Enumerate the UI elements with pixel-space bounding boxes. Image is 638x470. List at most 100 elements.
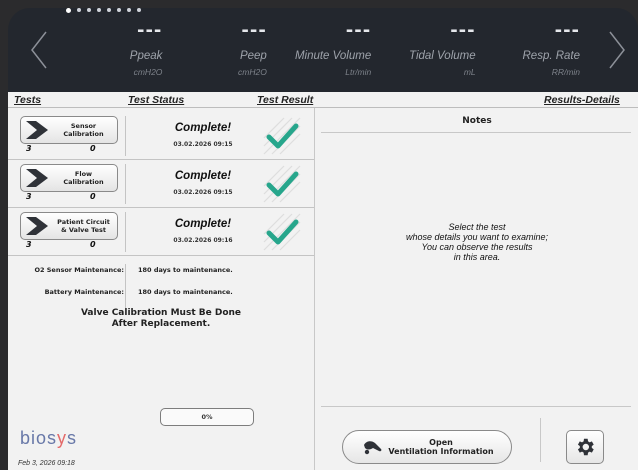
column-headers: Tests Test Status Test Result Results-De… <box>8 92 638 108</box>
logo-text: bios <box>20 428 58 448</box>
battery-maintenance: Battery Maintenance: 180 days to mainten… <box>8 282 314 302</box>
maintenance-label: O2 Sensor Maintenance: <box>34 266 124 274</box>
parameter-readouts: --- Ppeak cmH2O --- Peep cmH2O --- Minut… <box>66 20 588 84</box>
divider <box>321 406 631 407</box>
valve-calibration-warning: Valve Calibration Must Be Done After Rep… <box>48 308 274 330</box>
test-label-line: Patient Circuit <box>57 218 110 226</box>
footer-date: Feb 3, 2026 09:18 <box>18 460 75 467</box>
page-indicator <box>66 8 141 13</box>
column-divider <box>125 264 126 308</box>
button-label-line: Open <box>429 438 453 447</box>
parameter-header: --- Ppeak cmH2O --- Peep cmH2O --- Minut… <box>8 8 638 92</box>
logo-text-accent: y <box>57 428 68 448</box>
test-status: Complete! <box>174 122 232 134</box>
check-icon <box>263 165 301 203</box>
test-count-b: 0 <box>90 144 96 153</box>
page-dot <box>117 8 121 12</box>
biosys-logo: biosys <box>20 428 77 449</box>
param-ppeak: --- Ppeak cmH2O <box>66 20 170 84</box>
notes-line: in this area. <box>453 252 501 262</box>
param-tidal-volume: --- Tidal Volume mL <box>379 20 483 84</box>
param-name: Minute Volume <box>294 50 372 62</box>
test-button-label: Patient Circuit & Valve Test <box>50 218 117 234</box>
chevron-left-icon <box>31 31 47 69</box>
test-row: Sensor Calibration 3 0 Complete! 03.02.2… <box>8 112 314 160</box>
progress-indicator: 0% <box>160 408 254 426</box>
test-label-line: Calibration <box>63 130 104 138</box>
param-peep: --- Peep cmH2O <box>170 20 274 84</box>
test-label-line: Calibration <box>63 178 104 186</box>
test-row: Flow Calibration 3 0 Complete! 03.02.202… <box>8 160 314 208</box>
param-unit: cmH2O <box>133 67 163 77</box>
test-timestamp: 03.02.2026 09:15 <box>173 189 233 196</box>
button-label-line: Ventilation Information <box>388 447 494 456</box>
next-page-button[interactable] <box>600 28 634 72</box>
notes-line: Select the test <box>448 222 506 232</box>
page-dot <box>87 8 91 12</box>
test-results-panel: Tests Test Status Test Result Results-De… <box>8 92 638 470</box>
column-divider <box>125 116 126 156</box>
column-header-status: Test Status <box>128 94 185 106</box>
check-icon <box>263 117 301 155</box>
test-button-label: Sensor Calibration <box>50 122 117 138</box>
test-timestamp: 03.02.2026 09:15 <box>173 141 233 148</box>
test-label-line: Sensor <box>70 122 97 130</box>
test-count-b: 0 <box>90 192 96 201</box>
maintenance-label: Battery Maintenance: <box>44 288 124 296</box>
param-name: Tidal Volume <box>409 50 476 62</box>
logo-text: s <box>67 428 78 448</box>
page-dot <box>137 8 141 12</box>
column-divider <box>125 164 126 204</box>
param-resp-rate: --- Resp. Rate RR/min <box>484 20 588 84</box>
test-timestamp: 03.02.2026 09:16 <box>173 237 233 244</box>
chevron-right-icon <box>609 31 625 69</box>
notes-line: whose details you want to examine; <box>405 232 549 242</box>
button-label: Open Ventilation Information <box>385 438 511 456</box>
test-row: Patient Circuit & Valve Test 3 0 Complet… <box>8 208 314 256</box>
flow-calibration-button[interactable]: Flow Calibration <box>20 164 118 192</box>
param-value: --- <box>345 20 372 41</box>
test-status: Complete! <box>174 218 232 230</box>
notes-message: Select the test whose details you want t… <box>315 222 638 262</box>
test-label-line: & Valve Test <box>60 226 107 234</box>
page-dot <box>107 8 111 12</box>
sensor-calibration-button[interactable]: Sensor Calibration <box>20 116 118 144</box>
chevron-right-icon <box>26 217 48 235</box>
divider <box>321 132 631 133</box>
patient-circuit-valve-test-button[interactable]: Patient Circuit & Valve Test <box>20 212 118 240</box>
test-status: Complete! <box>174 170 232 182</box>
param-value: --- <box>554 20 581 41</box>
test-count-a: 3 <box>26 240 32 249</box>
page-dot <box>97 8 101 12</box>
warning-line: After Replacement. <box>111 319 211 329</box>
param-value: --- <box>241 20 267 41</box>
warning-line: Valve Calibration Must Be Done <box>80 308 242 318</box>
param-name: Peep <box>239 50 267 62</box>
param-name: Resp. Rate <box>522 50 581 62</box>
param-unit: mL <box>463 67 476 77</box>
maintenance-value: 180 days to maintenance. <box>138 288 233 296</box>
chevron-right-icon <box>26 169 48 187</box>
page-dot <box>77 8 81 12</box>
gear-icon <box>577 438 594 456</box>
notes-title: Notes <box>462 116 492 126</box>
page-dot <box>66 8 71 13</box>
param-unit: Ltr/min <box>345 67 372 77</box>
previous-page-button[interactable] <box>22 28 56 72</box>
param-unit: RR/min <box>551 67 581 77</box>
test-count-a: 3 <box>26 192 32 201</box>
page-dot <box>127 8 131 12</box>
chevron-right-icon <box>26 121 48 139</box>
settings-button[interactable] <box>566 430 604 464</box>
column-header-tests: Tests <box>14 94 42 106</box>
o2-sensor-maintenance: O2 Sensor Maintenance: 180 days to maint… <box>8 260 314 280</box>
test-count-b: 0 <box>90 240 96 249</box>
column-divider <box>125 212 126 252</box>
param-name: Ppeak <box>129 50 163 62</box>
ventilation-icon <box>364 441 382 455</box>
test-count-a: 3 <box>26 144 32 153</box>
open-ventilation-info-button[interactable]: Open Ventilation Information <box>342 430 512 464</box>
param-minute-volume: --- Minute Volume Ltr/min <box>275 20 379 84</box>
column-header-details: Results-Details <box>544 94 620 106</box>
param-value: --- <box>450 20 476 41</box>
